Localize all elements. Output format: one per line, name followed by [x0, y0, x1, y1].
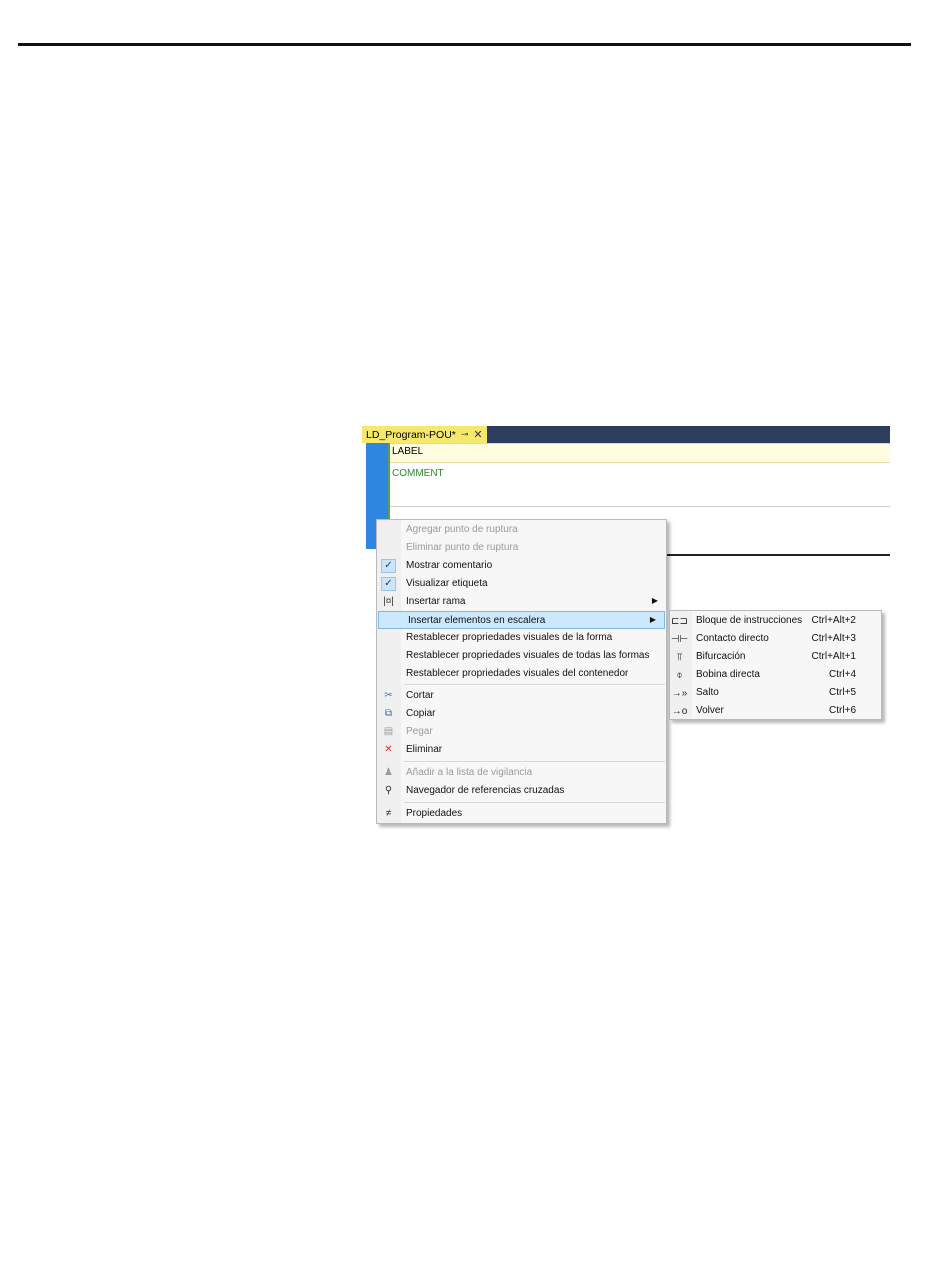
shortcut-label: Ctrl+6 — [829, 705, 856, 716]
menu-item-label: Cortar — [406, 690, 434, 701]
submenu-item-volver[interactable]: →o Volver Ctrl+6 — [670, 702, 881, 720]
submenu-item-label: Contacto directo — [696, 633, 769, 644]
tab-title: LD_Program-POU* — [366, 428, 456, 441]
menu-item-icon-slot — [381, 667, 396, 681]
watch-icon: ♟ — [384, 767, 393, 778]
jump-icon: →» — [671, 687, 688, 699]
menu-item-agregar-punto-de-ruptura: Agregar punto de ruptura — [377, 521, 666, 539]
menu-item-insertar-elementos-en-escalera[interactable]: Insertar elementos en escalera ▶ — [378, 611, 665, 629]
check-icon: ✓ — [381, 577, 396, 591]
check-icon: ✓ — [381, 559, 396, 573]
submenu-item-contacto-directo[interactable]: ⊣⊢ Contacto directo Ctrl+Alt+3 — [670, 630, 881, 648]
submenu-item-label: Volver — [696, 705, 724, 716]
magnifier-icon: ⚲ — [384, 785, 393, 796]
paste-icon: ▤ — [383, 726, 394, 737]
menu-item-navegador-de-referencias-cruzadas[interactable]: ⚲ Navegador de referencias cruzadas — [377, 782, 666, 800]
menu-item-mostrar-comentario[interactable]: ✓ Mostrar comentario — [377, 557, 666, 575]
menu-item-anadir-a-la-lista-de-vigilancia: ♟ Añadir a la lista de vigilancia — [377, 764, 666, 782]
menu-item-visualizar-etiqueta[interactable]: ✓ Visualizar etiqueta — [377, 575, 666, 593]
direct-contact-icon: ⊣⊢ — [670, 633, 689, 645]
menu-item-restablecer-propriedades-visuales-del-contenedor[interactable]: Restablecer propriedades visuales del co… — [377, 665, 666, 683]
menu-item-label: Propiedades — [406, 808, 463, 819]
menu-item-icon-slot — [381, 631, 396, 645]
menu-item-restablecer-propriedades-visuales-de-la-forma[interactable]: Restablecer propriedades visuales de la … — [377, 629, 666, 647]
menu-item-label: Navegador de referencias cruzadas — [406, 785, 565, 796]
submenu-item-bobina-directa[interactable]: ⌽ Bobina directa Ctrl+4 — [670, 666, 881, 684]
shortcut-label: Ctrl+Alt+2 — [811, 615, 856, 626]
branch-icon: |¤| — [383, 596, 394, 607]
page-header-rule — [18, 43, 911, 46]
instruction-block-icon: ⊏⊐ — [671, 615, 688, 627]
menu-item-label: Eliminar — [406, 744, 443, 755]
menu-item-label: Restablecer propriedades visuales de tod… — [406, 650, 650, 661]
menu-item-insertar-rama[interactable]: |¤| Insertar rama ▶ — [377, 593, 666, 611]
menu-item-label: Insertar elementos en escalera — [408, 615, 546, 626]
submenu-item-label: Bloque de instrucciones — [696, 615, 803, 626]
menu-item-label: Pegar — [406, 726, 433, 737]
menu-item-icon-slot — [381, 649, 396, 663]
close-icon[interactable]: ✕ — [473, 428, 482, 441]
submenu-item-label: Salto — [696, 687, 719, 698]
direct-coil-icon: ⌽ — [676, 669, 683, 681]
submenu-item-salto[interactable]: →» Salto Ctrl+5 — [670, 684, 881, 702]
menu-separator — [404, 802, 665, 803]
menu-item-pegar: ▤ Pegar — [377, 723, 666, 741]
shortcut-label: Ctrl+Alt+1 — [811, 651, 856, 662]
menu-item-icon-slot — [381, 541, 396, 555]
menu-item-label: Copiar — [406, 708, 436, 719]
menu-item-icon-slot — [381, 523, 396, 537]
ladder-elements-submenu: ⊏⊐ Bloque de instrucciones Ctrl+Alt+2 ⊣⊢ Con… — [669, 610, 882, 720]
pin-icon[interactable]: ⊸ — [461, 429, 469, 440]
menu-item-label: Visualizar etiqueta — [406, 578, 488, 589]
menu-item-propiedades[interactable]: ≠ Propiedades — [377, 805, 666, 823]
return-icon: →o — [671, 705, 688, 717]
submenu-item-label: Bobina directa — [696, 669, 760, 680]
menu-item-label: Restablecer propriedades visuales de la … — [406, 632, 613, 643]
tab-ld-program-pou[interactable]: LD_Program-POU* ⊸ ✕ — [362, 426, 487, 443]
rung-label[interactable]: LABEL — [390, 443, 890, 463]
menu-separator — [404, 761, 665, 762]
document-tab-bar: LD_Program-POU* ⊸ ✕ — [362, 426, 890, 443]
properties-icon: ≠ — [385, 808, 392, 819]
menu-item-restablecer-propriedades-visuales-de-todas-las-formas[interactable]: Restablecer propriedades visuales de tod… — [377, 647, 666, 665]
submenu-item-bloque-de-instrucciones[interactable]: ⊏⊐ Bloque de instrucciones Ctrl+Alt+2 — [670, 612, 881, 630]
shortcut-label: Ctrl+Alt+3 — [811, 633, 856, 644]
menu-item-copiar[interactable]: ⧉ Copiar — [377, 705, 666, 723]
scissors-icon: ✂ — [384, 690, 393, 701]
delete-icon: ✕ — [384, 744, 393, 755]
shortcut-label: Ctrl+5 — [829, 687, 856, 698]
rung-comment[interactable]: COMMENT — [390, 465, 890, 507]
menu-item-label: Insertar rama — [406, 596, 466, 607]
copy-icon: ⧉ — [384, 708, 393, 719]
menu-item-label: Mostrar comentario — [406, 560, 493, 571]
menu-item-label: Restablecer propriedades visuales del co… — [406, 668, 629, 679]
submenu-item-label: Bifurcación — [696, 651, 746, 662]
context-menu: Agregar punto de ruptura Eliminar punto d… — [376, 519, 667, 824]
menu-item-eliminar-punto-de-ruptura: Eliminar punto de ruptura — [377, 539, 666, 557]
submenu-arrow-icon: ▶ — [649, 615, 656, 624]
shortcut-label: Ctrl+4 — [829, 669, 856, 680]
menu-item-eliminar[interactable]: ✕ Eliminar — [377, 741, 666, 759]
menu-item-label: Añadir a la lista de vigilancia — [406, 767, 533, 778]
menu-separator — [404, 684, 665, 685]
submenu-arrow-icon: ▶ — [651, 596, 658, 605]
menu-item-cortar[interactable]: ✂ Cortar — [377, 687, 666, 705]
submenu-item-bifurcacion[interactable]: ⫪ Bifurcación Ctrl+Alt+1 — [670, 648, 881, 666]
menu-item-icon-slot — [383, 614, 398, 628]
menu-item-label: Eliminar punto de ruptura — [406, 542, 519, 553]
branch-icon: ⫪ — [676, 651, 683, 663]
menu-item-label: Agregar punto de ruptura — [406, 524, 518, 535]
